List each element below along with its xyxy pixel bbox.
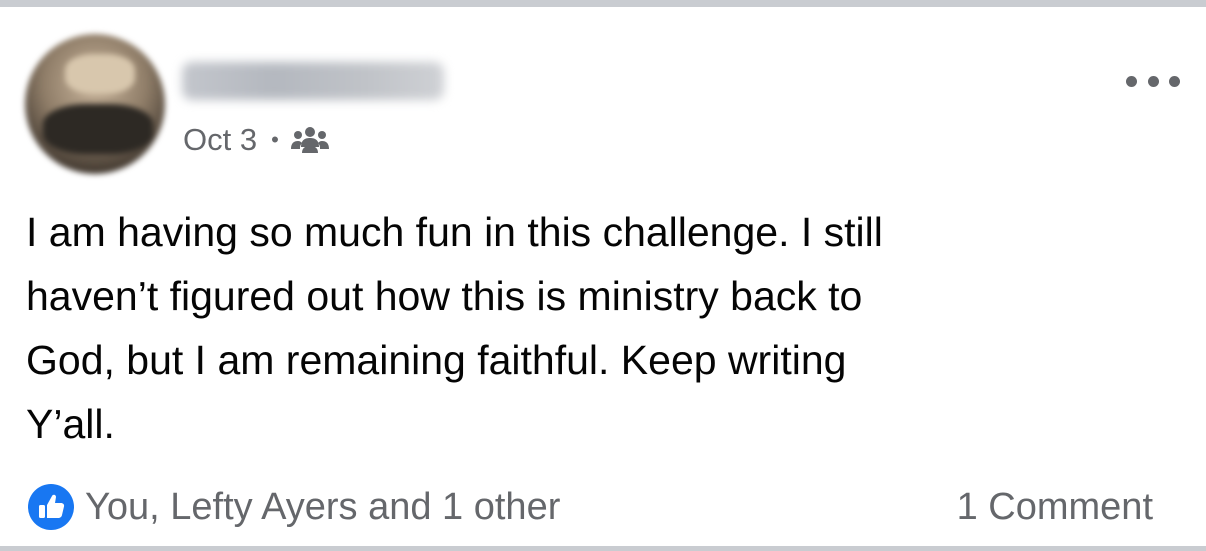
reactions-text: You, Lefty Ayers and 1 other xyxy=(85,485,561,528)
post-date[interactable]: Oct 3 xyxy=(183,122,257,158)
post-meta: Oct 3 • xyxy=(183,120,329,160)
post-card: Oct 3 • I am having so much fun in this … xyxy=(0,0,1206,551)
group-icon[interactable] xyxy=(290,125,329,155)
more-dot xyxy=(1147,75,1159,87)
post-text: I am having so much fun in this challeng… xyxy=(26,209,883,447)
more-options-icon[interactable] xyxy=(1126,69,1180,93)
author-avatar[interactable] xyxy=(25,34,165,174)
like-icon xyxy=(28,484,74,530)
avatar-photo-shadow xyxy=(43,104,153,154)
more-dot xyxy=(1169,75,1180,87)
comments-count-link[interactable]: 1 Comment xyxy=(957,483,1153,531)
meta-separator: • xyxy=(271,127,279,152)
avatar-photo-highlight xyxy=(65,54,135,94)
more-dot xyxy=(1126,75,1137,87)
reactions-summary[interactable]: You, Lefty Ayers and 1 other xyxy=(27,483,560,531)
author-name-redacted[interactable] xyxy=(182,62,444,100)
